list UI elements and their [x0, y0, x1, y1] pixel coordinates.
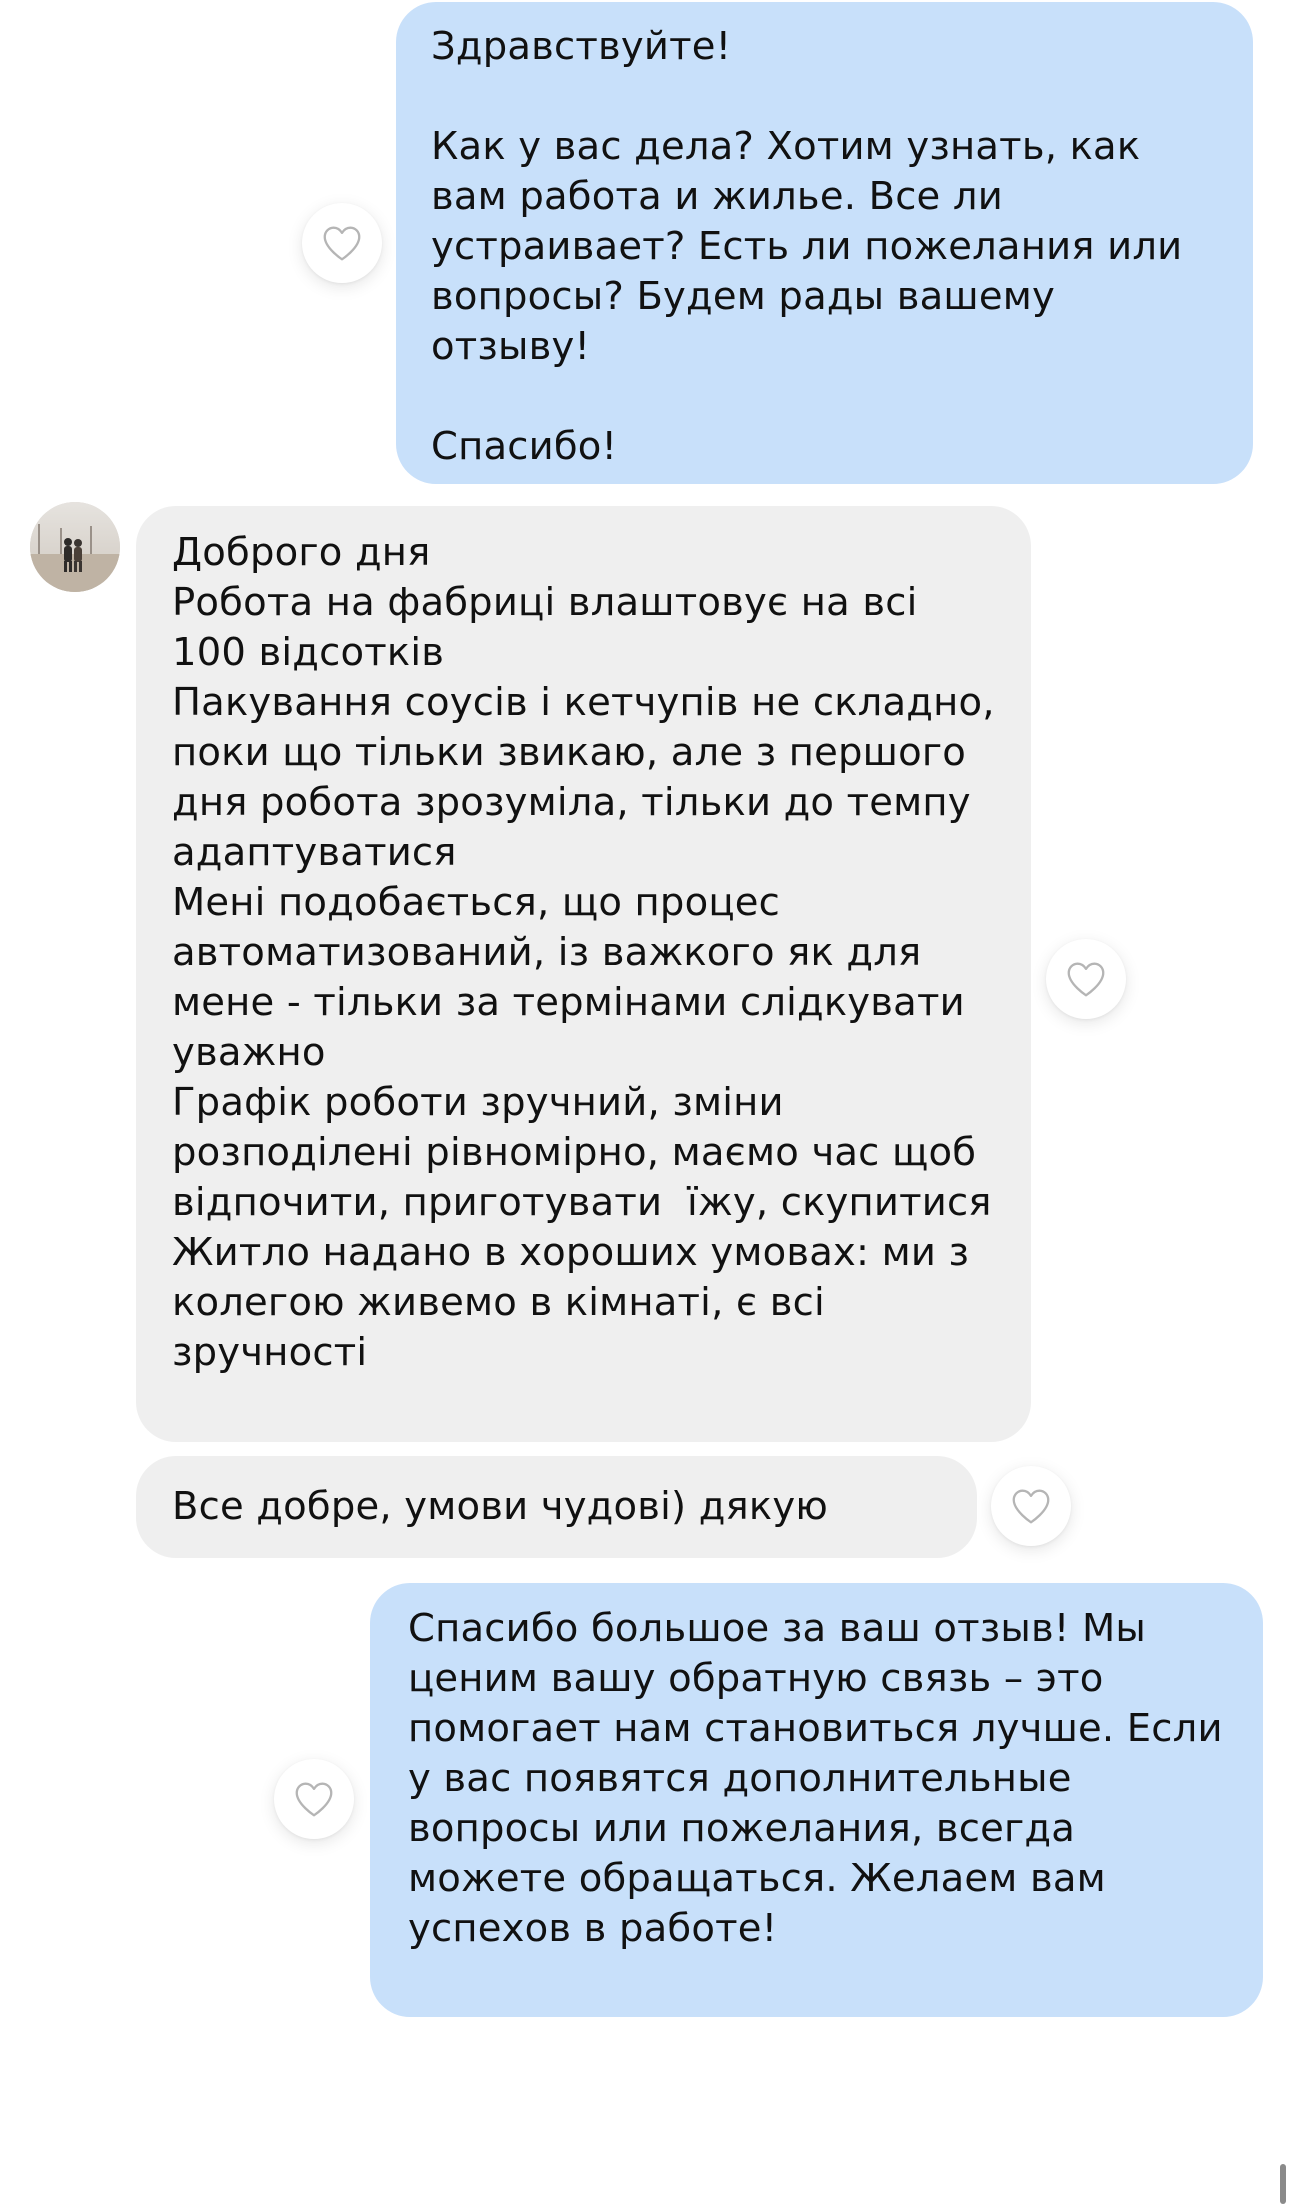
- avatar[interactable]: [30, 502, 120, 592]
- like-button[interactable]: [274, 1759, 354, 1839]
- like-button[interactable]: [302, 203, 382, 283]
- incoming-message-bubble[interactable]: Доброго дня Робота на фабриці влаштовує …: [136, 506, 1031, 1442]
- heart-icon: [1012, 1489, 1050, 1524]
- scrollbar[interactable]: [1280, 2164, 1286, 2204]
- like-button[interactable]: [991, 1466, 1071, 1546]
- avatar-photo: [30, 502, 120, 592]
- outgoing-message-bubble[interactable]: Спасибо большое за ваш отзыв! Мы ценим в…: [370, 1583, 1263, 2017]
- heart-icon: [295, 1782, 333, 1817]
- heart-icon: [323, 226, 361, 261]
- incoming-message-bubble[interactable]: Все добре, умови чудові) дякую: [136, 1456, 977, 1558]
- like-button[interactable]: [1046, 939, 1126, 1019]
- heart-icon: [1067, 962, 1105, 997]
- outgoing-message-bubble[interactable]: Здравствуйте! Как у вас дела? Хотим узна…: [396, 2, 1253, 484]
